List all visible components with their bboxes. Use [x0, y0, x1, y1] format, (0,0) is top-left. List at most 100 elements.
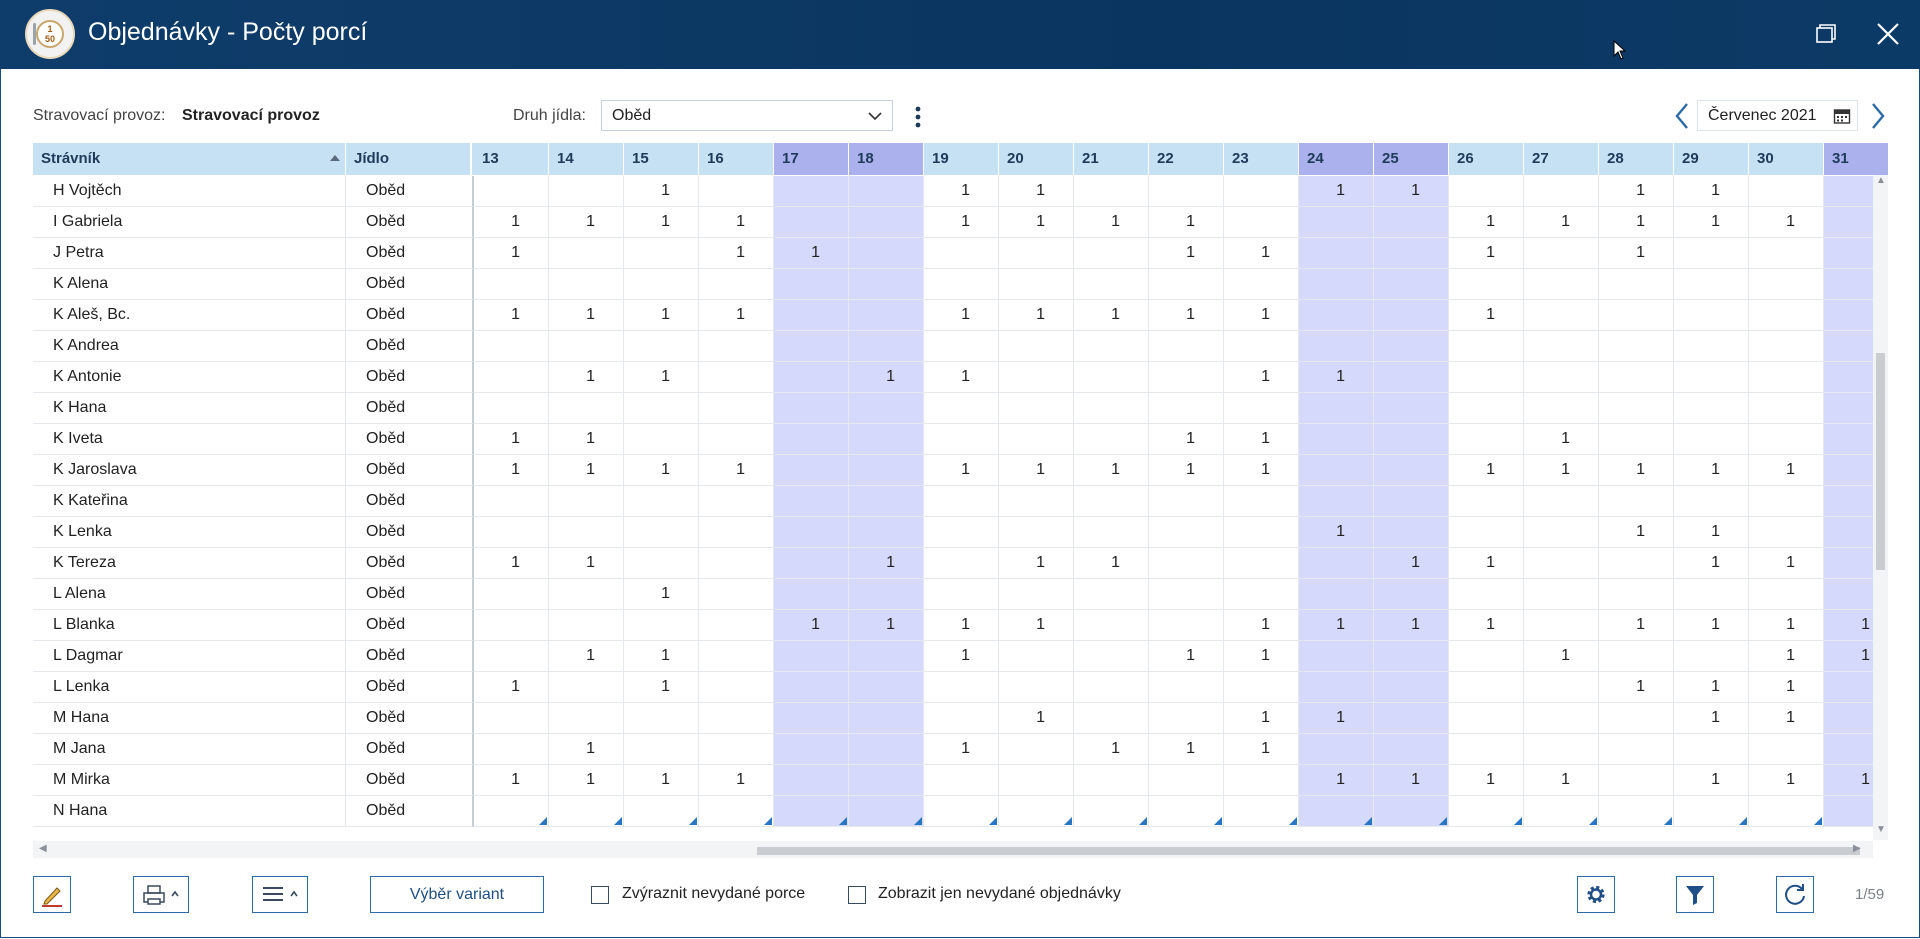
restore-window-icon[interactable]: [1808, 16, 1844, 52]
stravnik-cell[interactable]: K Hana: [33, 393, 346, 424]
portion-cell[interactable]: [1524, 610, 1599, 641]
portion-cell[interactable]: [1749, 176, 1824, 207]
portion-cell[interactable]: [849, 269, 924, 300]
portion-cell[interactable]: 1: [1749, 641, 1824, 672]
portion-cell[interactable]: [1074, 796, 1149, 827]
portion-cell[interactable]: [1374, 734, 1449, 765]
portion-cell[interactable]: 1: [549, 207, 624, 238]
column-header-day[interactable]: 18: [849, 143, 924, 175]
jidlo-cell[interactable]: Oběd: [346, 610, 474, 641]
portion-cell[interactable]: 1: [1674, 703, 1749, 734]
portion-cell[interactable]: [924, 238, 999, 269]
column-header-day[interactable]: 15: [624, 143, 699, 175]
portion-cell[interactable]: [624, 703, 699, 734]
portion-cell[interactable]: [1074, 765, 1149, 796]
portion-cell[interactable]: 1: [1224, 641, 1299, 672]
portion-cell[interactable]: [1749, 238, 1824, 269]
portion-cell[interactable]: [1299, 300, 1374, 331]
portion-cell[interactable]: [1224, 331, 1299, 362]
portion-cell[interactable]: [924, 703, 999, 734]
portion-cell[interactable]: [1749, 269, 1824, 300]
stravnik-cell[interactable]: M Hana: [33, 703, 346, 734]
portion-cell[interactable]: [549, 238, 624, 269]
portion-cell[interactable]: [1374, 703, 1449, 734]
jidlo-cell[interactable]: Oběd: [346, 734, 474, 765]
portion-cell[interactable]: [849, 424, 924, 455]
jidlo-cell[interactable]: Oběd: [346, 672, 474, 703]
stravnik-cell[interactable]: K Andrea: [33, 331, 346, 362]
jidlo-cell[interactable]: Oběd: [346, 331, 474, 362]
portion-cell[interactable]: [699, 579, 774, 610]
portion-cell[interactable]: 1: [1449, 207, 1524, 238]
stravnik-cell[interactable]: M Jana: [33, 734, 346, 765]
portion-cell[interactable]: [849, 455, 924, 486]
portion-cell[interactable]: 1: [1224, 238, 1299, 269]
portion-cell[interactable]: 1: [1074, 548, 1149, 579]
portion-cell[interactable]: [999, 424, 1074, 455]
portion-cell[interactable]: [1449, 641, 1524, 672]
column-header-day[interactable]: 19: [924, 143, 999, 175]
portion-cell[interactable]: [774, 176, 849, 207]
list-menu-button[interactable]: [252, 876, 308, 913]
column-header-day[interactable]: 30: [1749, 143, 1824, 175]
portion-cell[interactable]: [549, 703, 624, 734]
portion-cell[interactable]: [1149, 486, 1224, 517]
portion-cell[interactable]: 1: [624, 455, 699, 486]
filter-button[interactable]: [1676, 876, 1714, 913]
portion-cell[interactable]: 1: [999, 548, 1074, 579]
portion-cell[interactable]: [1224, 765, 1299, 796]
portion-cell[interactable]: 1: [549, 765, 624, 796]
portion-cell[interactable]: [474, 610, 549, 641]
portion-cell[interactable]: 1: [1299, 517, 1374, 548]
portion-cell[interactable]: [549, 331, 624, 362]
portion-cell[interactable]: 1: [1599, 207, 1674, 238]
portion-cell[interactable]: 1: [474, 455, 549, 486]
portion-cell[interactable]: [849, 176, 924, 207]
portion-cell[interactable]: 1: [549, 362, 624, 393]
jidlo-cell[interactable]: Oběd: [346, 486, 474, 517]
portion-cell[interactable]: 1: [699, 455, 774, 486]
portion-cell[interactable]: [474, 703, 549, 734]
portion-cell[interactable]: 1: [1224, 703, 1299, 734]
portion-cell[interactable]: 1: [1149, 734, 1224, 765]
portion-cell[interactable]: [774, 393, 849, 424]
portion-cell[interactable]: [699, 424, 774, 455]
portion-cell[interactable]: [699, 734, 774, 765]
portion-cell[interactable]: 1: [1449, 765, 1524, 796]
portion-cell[interactable]: 1: [624, 207, 699, 238]
portion-cell[interactable]: 1: [624, 672, 699, 703]
portion-cell[interactable]: [1224, 796, 1299, 827]
portion-cell[interactable]: [1374, 517, 1449, 548]
stravnik-cell[interactable]: M Mirka: [33, 765, 346, 796]
portion-cell[interactable]: [774, 362, 849, 393]
portion-cell[interactable]: [774, 734, 849, 765]
jidlo-cell[interactable]: Oběd: [346, 176, 474, 207]
portion-cell[interactable]: [699, 672, 774, 703]
portion-cell[interactable]: [1449, 176, 1524, 207]
portion-cell[interactable]: [1674, 269, 1749, 300]
jidlo-cell[interactable]: Oběd: [346, 579, 474, 610]
next-month-icon[interactable]: [1868, 100, 1888, 132]
jidlo-cell[interactable]: Oběd: [346, 548, 474, 579]
portion-cell[interactable]: [699, 517, 774, 548]
portion-cell[interactable]: 1: [624, 765, 699, 796]
portion-cell[interactable]: [774, 207, 849, 238]
portion-cell[interactable]: [849, 207, 924, 238]
portion-cell[interactable]: 1: [1449, 238, 1524, 269]
portion-cell[interactable]: [1224, 548, 1299, 579]
portion-cell[interactable]: [924, 393, 999, 424]
portion-cell[interactable]: [999, 517, 1074, 548]
portion-cell[interactable]: [1224, 393, 1299, 424]
portion-cell[interactable]: [1749, 331, 1824, 362]
portion-cell[interactable]: [924, 796, 999, 827]
portion-cell[interactable]: [1299, 238, 1374, 269]
portion-cell[interactable]: [549, 486, 624, 517]
portion-cell[interactable]: [624, 517, 699, 548]
portion-cell[interactable]: [1074, 641, 1149, 672]
portion-cell[interactable]: 1: [549, 455, 624, 486]
portion-cell[interactable]: 1: [1599, 238, 1674, 269]
print-menu-button[interactable]: [133, 876, 189, 913]
stravnik-cell[interactable]: K Kateřina: [33, 486, 346, 517]
portion-cell[interactable]: [1524, 734, 1599, 765]
portion-cell[interactable]: [774, 796, 849, 827]
